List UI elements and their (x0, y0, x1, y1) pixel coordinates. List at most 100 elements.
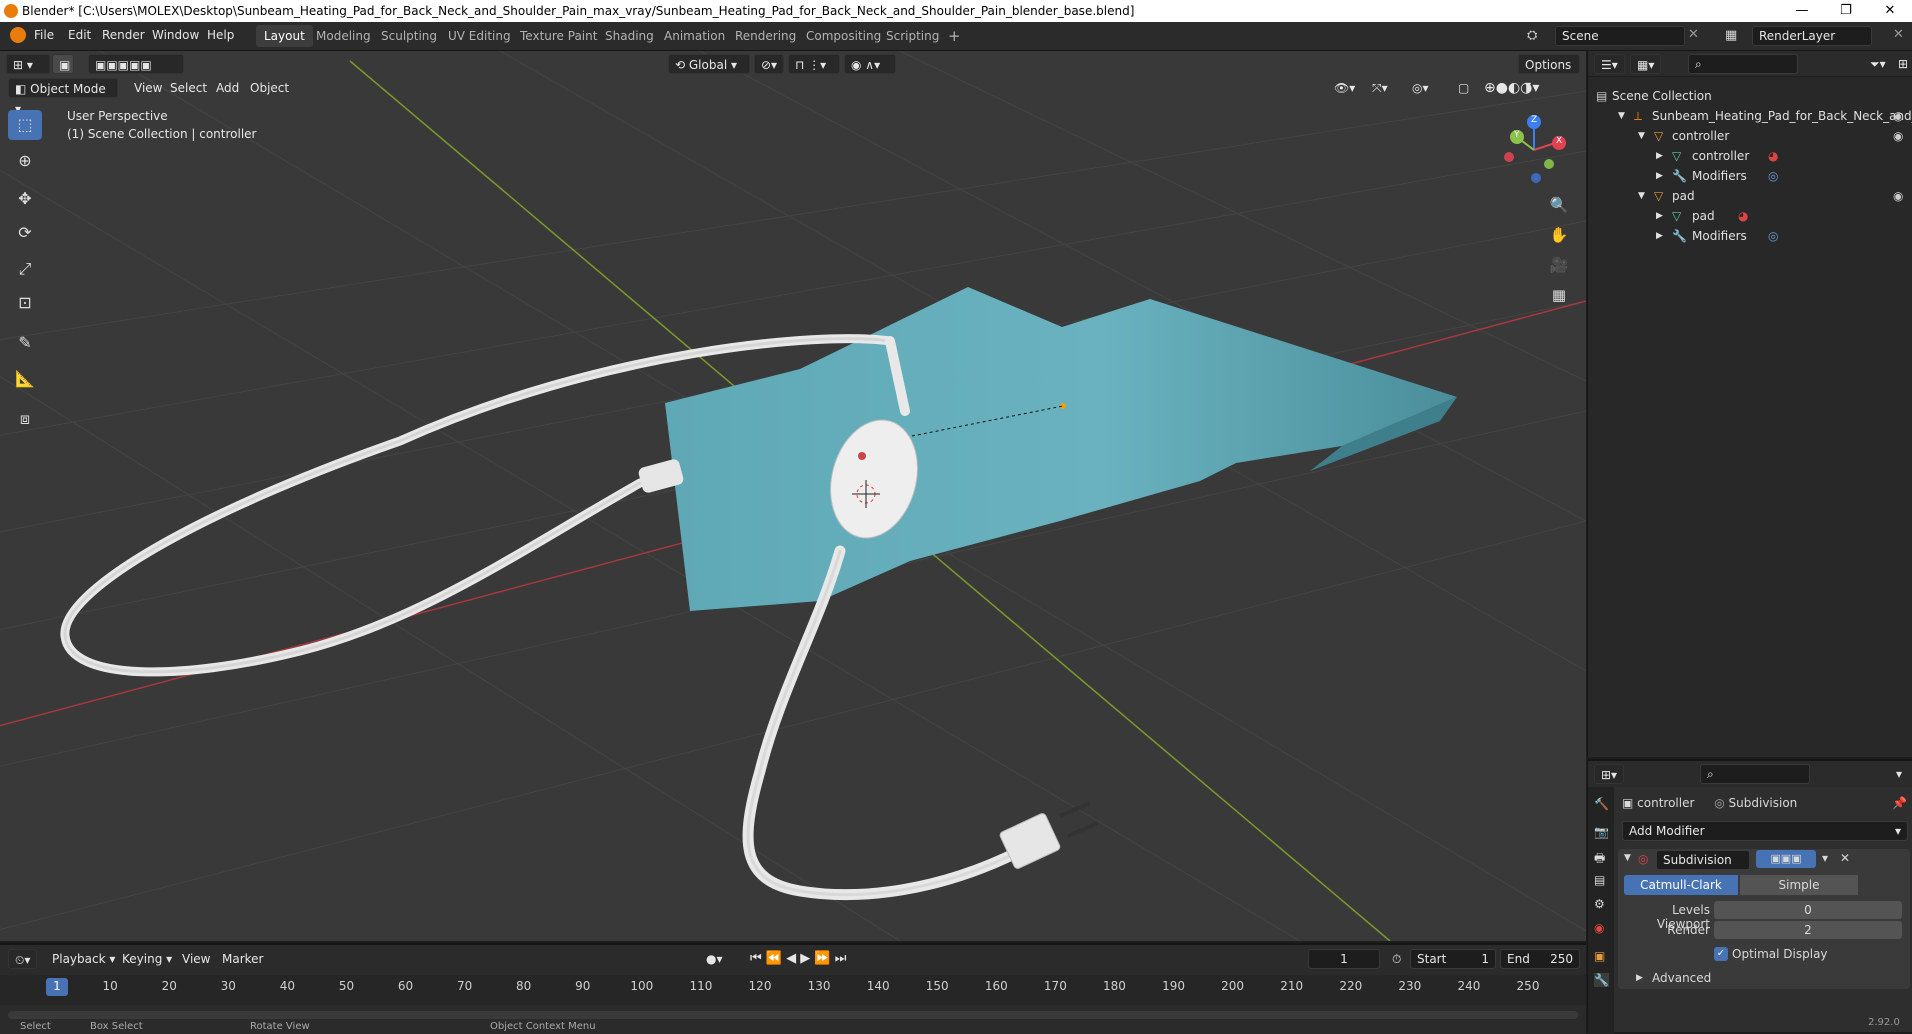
tab-sculpting[interactable]: Sculpting (373, 25, 445, 47)
properties-editor-type-icon[interactable]: ⊞▾ (1594, 764, 1625, 784)
view-layer-tab-icon[interactable]: ▤ (1594, 873, 1605, 887)
transform-orientation-dropdown[interactable]: ⟲ Global ▾ (668, 54, 750, 74)
outliner-row-collection[interactable]: ▼ ⟂ Sunbeam_Heating_Pad_for_Back_Neck_an… (1588, 106, 1912, 126)
scene-tab-icon[interactable]: ⚙ (1594, 897, 1605, 911)
tab-modeling[interactable]: Modeling (308, 25, 379, 47)
start-frame-field[interactable]: Start 1 (1410, 949, 1496, 969)
optimal-display-checkbox[interactable]: ✓ (1714, 947, 1728, 961)
modifier-visibility-toggles-icon[interactable]: ▣▣▣ (1756, 850, 1816, 868)
tab-animation[interactable]: Animation (656, 25, 733, 47)
render-layer-field[interactable]: RenderLayer (1752, 26, 1872, 46)
annotate-tool-icon[interactable]: ✎ (8, 328, 42, 358)
rotate-tool-icon[interactable]: ⟳ (8, 218, 42, 248)
snap-icon[interactable]: ⊓ ⋮▾ (788, 54, 840, 74)
scene-field[interactable]: Scene (1555, 26, 1685, 46)
remove-modifier-icon[interactable]: ✕ (1840, 851, 1850, 865)
render-tab-icon[interactable]: 📷 (1594, 825, 1609, 839)
new-collection-icon[interactable]: ⊞ (1892, 54, 1912, 74)
properties-search-input[interactable]: ⌕ (1700, 764, 1810, 784)
modifier-menu-chevron-icon[interactable]: ▾ (1822, 851, 1828, 865)
overlays-icon[interactable]: ◎▾ (1406, 78, 1435, 98)
render-levels-field[interactable]: 2 (1714, 921, 1902, 939)
outliner-search-input[interactable]: ⌕ (1688, 54, 1798, 74)
viewport-menu-select[interactable]: Select (164, 78, 213, 98)
shading-modes-icon[interactable]: ⊕●◐◑▾ (1478, 78, 1545, 98)
zoom-icon[interactable]: 🔍 (1546, 192, 1572, 218)
eye-visibility-icon[interactable]: ◉ (1893, 126, 1903, 146)
tab-scripting[interactable]: Scripting (878, 25, 947, 47)
add-modifier-dropdown[interactable]: Add Modifier ▾ (1622, 821, 1908, 841)
scale-tool-icon[interactable]: ⤢ (8, 254, 42, 284)
eye-visibility-icon[interactable]: ◉ (1893, 186, 1903, 206)
visibility-icon[interactable]: 👁▾ (1328, 78, 1361, 98)
scene-icon[interactable]: ⛭ (1527, 28, 1537, 43)
tool-tab-icon[interactable]: 🔨 (1594, 797, 1609, 811)
display-mode-icon[interactable]: ▦▾ (1630, 54, 1662, 74)
select-box-tool-icon[interactable]: ⬚ (8, 110, 42, 140)
add-cube-tool-icon[interactable]: ⧈ (8, 404, 42, 434)
preview-range-clock-icon[interactable]: ⏱ (1386, 949, 1407, 969)
record-keyframe-icon[interactable]: ●▾ (700, 949, 729, 969)
outliner-row-controller[interactable]: ▼ ▽ controller ◉ (1588, 126, 1912, 146)
timeline-ruler[interactable]: 1 10 20 30 40 50 60 70 80 90 100 110 120 130 140 150 160… (0, 975, 1586, 1005)
timeline-menu-playback[interactable]: Playback ▾ (46, 949, 121, 969)
tab-shading[interactable]: Shading (597, 25, 662, 47)
object-tab-icon[interactable]: ▣ (1594, 949, 1605, 963)
cursor-tool-icon[interactable]: ⊕ (8, 146, 42, 176)
menu-window[interactable]: Window (152, 28, 199, 42)
outliner-editor-type-icon[interactable]: ☰▾ (1594, 54, 1625, 74)
levels-viewport-field[interactable]: 0 (1714, 901, 1902, 919)
modifier-tab-icon[interactable]: 🔧 (1594, 973, 1609, 987)
timeline-menu-marker[interactable]: Marker (216, 949, 269, 969)
timeline-menu-keying[interactable]: Keying ▾ (116, 949, 178, 969)
filter-icon[interactable]: ⏷▾ (1864, 54, 1892, 74)
output-tab-icon[interactable]: 🖶 (1594, 849, 1605, 870)
pin-icon[interactable]: 📌 (1892, 793, 1907, 813)
end-frame-field[interactable]: End 250 (1500, 949, 1580, 969)
render-layer-close-icon[interactable]: ✕ (1893, 27, 1904, 42)
outliner-row-scene-collection[interactable]: ▤ Scene Collection (1588, 86, 1912, 106)
menu-edit[interactable]: Edit (68, 28, 91, 42)
options-dropdown[interactable]: Options ▾ (1518, 54, 1580, 92)
add-workspace-icon[interactable]: + (940, 25, 969, 47)
render-layer-icon[interactable]: ▦ (1725, 28, 1737, 43)
tab-texture-paint[interactable]: Texture Paint (512, 25, 605, 47)
proportional-edit-icon[interactable]: ◉ ∧▾ (844, 54, 896, 74)
timeline-menu-view[interactable]: View (176, 949, 216, 969)
scene-close-icon[interactable]: ✕ (1688, 27, 1699, 42)
viewport-menu-object[interactable]: Object (244, 78, 295, 98)
navigation-gizmo[interactable]: Z X Y (1494, 112, 1570, 188)
move-tool-icon[interactable]: ✥ (8, 184, 42, 214)
tab-uv-editing[interactable]: UV Editing (440, 25, 519, 47)
outliner-row-pad-modifiers[interactable]: ▶ 🔧 Modifiers ◎ (1588, 226, 1912, 246)
pan-hand-icon[interactable]: ✋ (1546, 222, 1572, 248)
maximize-button[interactable]: ❐ (1824, 0, 1868, 22)
panel-collapse-chevron-icon[interactable]: ▼ (1624, 853, 1631, 863)
editor-type-button[interactable]: ⊞ ▾ (6, 54, 50, 74)
tab-compositing[interactable]: Compositing (798, 25, 889, 47)
algorithm-simple-button-full[interactable]: Simple (1740, 875, 1858, 895)
properties-options-chevron-icon[interactable]: ▾ (1890, 764, 1908, 784)
close-window-button[interactable]: ✕ (1868, 0, 1912, 22)
timeline-editor-type-icon[interactable]: ⏲▾ (8, 949, 38, 969)
outliner-row-controller-modifiers[interactable]: ▶ 🔧 Modifiers ◎ (1588, 166, 1912, 186)
outliner-row-pad-mesh[interactable]: ▶ ▽ pad ◕ (1588, 206, 1912, 226)
timeline-scrollbar[interactable] (8, 1011, 1578, 1019)
algorithm-catmull-clark-button[interactable]: Catmull-Clark (1624, 875, 1738, 895)
advanced-chevron-icon[interactable]: ▶ (1636, 973, 1643, 983)
menu-render[interactable]: Render (102, 28, 145, 42)
advanced-subpanel-label[interactable]: Advanced (1652, 971, 1711, 985)
world-tab-icon[interactable]: ◉ (1594, 921, 1604, 935)
outliner-row-controller-mesh[interactable]: ▶ ▽ controller ◕ (1588, 146, 1912, 166)
playback-controls-icon[interactable]: ⏮ ⏪ ◀ ▶ ⏩ ⏭ (744, 949, 852, 969)
minimize-button[interactable]: — (1780, 0, 1824, 22)
camera-view-icon[interactable]: 🎥 (1546, 252, 1572, 278)
ortho-grid-icon[interactable]: ▦ (1546, 282, 1572, 308)
xray-icon[interactable]: ▢ (1452, 78, 1475, 98)
blender-menu-icon[interactable] (10, 27, 26, 43)
gizmo-icon[interactable]: ⤧▾ (1366, 78, 1394, 98)
menu-file[interactable]: File (34, 28, 54, 42)
outliner-row-pad[interactable]: ▼ ▽ pad ◉ (1588, 186, 1912, 206)
viewport-menu-view[interactable]: View (128, 78, 168, 98)
transform-tool-icon[interactable]: ⊡ (8, 288, 42, 318)
